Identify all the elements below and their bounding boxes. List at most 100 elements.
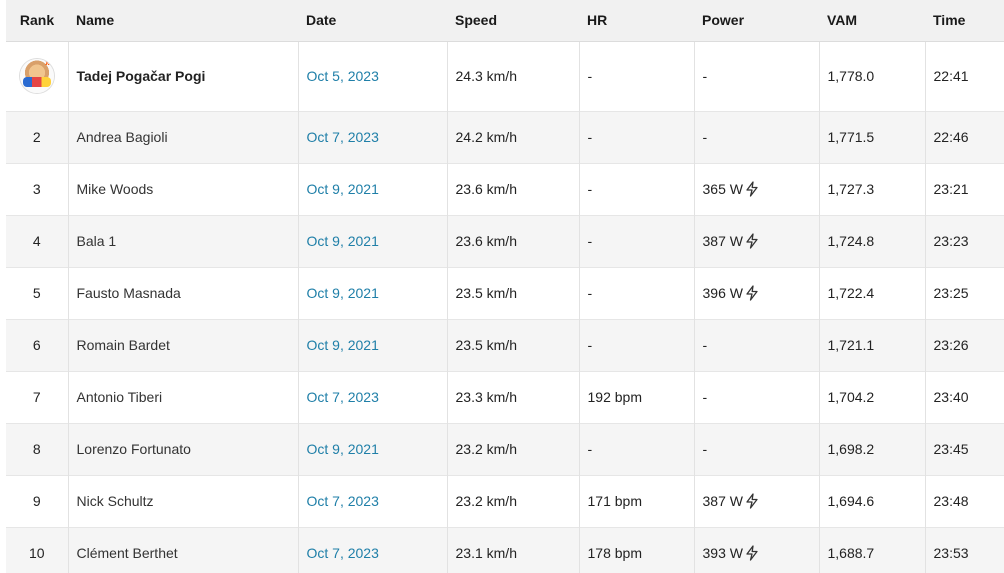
table-body: » Tadej Pogačar Pogi Oct 5, 2023 24.3 km… [6, 41, 1004, 573]
athlete-name-link[interactable]: Fausto Masnada [68, 267, 299, 319]
athlete-name-link[interactable]: Tadej Pogačar Pogi [68, 41, 299, 111]
time-cell: 23:53 [933, 545, 969, 561]
table-row: » Tadej Pogačar Pogi Oct 5, 2023 24.3 km… [6, 41, 1004, 111]
vam-cell: 1,688.7 [819, 527, 926, 573]
athlete-name-link[interactable]: Bala 1 [68, 215, 299, 267]
power-cell: - [694, 111, 820, 163]
time-cell: 23:45 [933, 441, 969, 457]
header-speed[interactable]: Speed [447, 0, 579, 42]
rank-cell: 8 [6, 423, 69, 475]
speed-cell: 23.5 km/h [447, 267, 580, 319]
rank-cell: 9 [6, 475, 69, 527]
lightning-bolt-icon[interactable] [745, 545, 759, 561]
athlete-name-link[interactable]: Clément Berthet [68, 527, 299, 573]
table-header-row: Rank Name Date Speed HR Power VAM Time [6, 0, 1004, 42]
hr-cell: - [579, 163, 695, 215]
vam-cell: 1,698.2 [819, 423, 926, 475]
table-row: 7 Antonio Tiberi Oct 7, 2023 23.3 km/h 1… [6, 371, 1004, 423]
leaderboard-container: Rank Name Date Speed HR Power VAM Time »… [0, 0, 1004, 573]
vam-cell: 1,778.0 [819, 41, 926, 111]
vam-cell: 1,694.6 [819, 475, 926, 527]
power-cell: 393 W [694, 527, 820, 573]
speed-cell: 23.6 km/h [447, 163, 580, 215]
lightning-bolt-icon[interactable] [745, 181, 759, 197]
time-cell: 23:48 [933, 493, 969, 509]
header-time[interactable]: Time [925, 0, 1004, 42]
effort-date-link[interactable]: Oct 7, 2023 [298, 371, 448, 423]
table-row: 4 Bala 1 Oct 9, 2021 23.6 km/h - 387 W 1… [6, 215, 1004, 267]
hr-cell: 171 bpm [579, 475, 695, 527]
time-cell: 22:46 [933, 129, 969, 145]
effort-date-link[interactable]: Oct 7, 2023 [298, 475, 448, 527]
athlete-name-link[interactable]: Nick Schultz [68, 475, 299, 527]
speed-cell: 23.1 km/h [447, 527, 580, 573]
power-cell: 365 W [694, 163, 820, 215]
speed-cell: 23.6 km/h [447, 215, 580, 267]
rank-cell: 7 [6, 371, 69, 423]
rank-cell: » [6, 41, 69, 111]
hr-cell: - [579, 41, 695, 111]
effort-date-link[interactable]: Oct 9, 2021 [298, 163, 448, 215]
header-hr[interactable]: HR [579, 0, 694, 42]
athlete-name-link[interactable]: Lorenzo Fortunato [68, 423, 299, 475]
header-vam[interactable]: VAM [819, 0, 925, 42]
speed-cell: 23.2 km/h [447, 475, 580, 527]
power-cell: - [694, 371, 820, 423]
table-row: 2 Andrea Bagioli Oct 7, 2023 24.2 km/h -… [6, 111, 1004, 163]
vam-cell: 1,771.5 [819, 111, 926, 163]
header-rank[interactable]: Rank [6, 0, 68, 42]
time-cell: 22:41 [933, 68, 969, 84]
table-row: 6 Romain Bardet Oct 9, 2021 23.5 km/h - … [6, 319, 1004, 371]
effort-date-link[interactable]: Oct 7, 2023 [298, 527, 448, 573]
effort-date-link[interactable]: Oct 9, 2021 [298, 215, 448, 267]
power-value: 387 W [702, 233, 743, 249]
table-row: 10 Clément Berthet Oct 7, 2023 23.1 km/h… [6, 527, 1004, 573]
speed-cell: 23.3 km/h [447, 371, 580, 423]
power-cell: - [694, 319, 820, 371]
power-value: 365 W [702, 181, 743, 197]
athlete-name-link[interactable]: Andrea Bagioli [68, 111, 299, 163]
speed-cell: 23.2 km/h [447, 423, 580, 475]
power-value: 387 W [702, 493, 743, 509]
effort-date-link[interactable]: Oct 5, 2023 [298, 41, 448, 111]
power-cell: 387 W [694, 475, 820, 527]
crown-avatar-icon[interactable]: » [19, 59, 54, 93]
hr-cell: - [579, 215, 695, 267]
athlete-name-link[interactable]: Romain Bardet [68, 319, 299, 371]
lightning-bolt-icon[interactable] [745, 233, 759, 249]
rank-cell: 2 [6, 111, 69, 163]
rank-cell: 5 [6, 267, 69, 319]
speed-cell: 24.2 km/h [447, 111, 580, 163]
effort-date-link[interactable]: Oct 9, 2021 [298, 423, 448, 475]
hr-cell: - [579, 319, 695, 371]
time-cell: 23:21 [933, 181, 969, 197]
athlete-name-link[interactable]: Mike Woods [68, 163, 299, 215]
speed-cell: 23.5 km/h [447, 319, 580, 371]
vam-cell: 1,722.4 [819, 267, 926, 319]
header-date[interactable]: Date [298, 0, 447, 42]
header-power[interactable]: Power [694, 0, 819, 42]
rank-cell: 3 [6, 163, 69, 215]
power-cell: - [694, 423, 820, 475]
hr-cell: - [579, 267, 695, 319]
vam-cell: 1,724.8 [819, 215, 926, 267]
lightning-bolt-icon[interactable] [745, 493, 759, 509]
effort-date-link[interactable]: Oct 9, 2021 [298, 319, 448, 371]
effort-date-link[interactable]: Oct 9, 2021 [298, 267, 448, 319]
vam-cell: 1,721.1 [819, 319, 926, 371]
time-cell: 23:23 [933, 233, 969, 249]
speed-cell: 24.3 km/h [447, 41, 580, 111]
table-row: 3 Mike Woods Oct 9, 2021 23.6 km/h - 365… [6, 163, 1004, 215]
time-cell: 23:26 [933, 337, 969, 353]
header-name[interactable]: Name [68, 0, 298, 42]
athlete-name-link[interactable]: Antonio Tiberi [68, 371, 299, 423]
hr-cell: - [579, 423, 695, 475]
power-cell: 387 W [694, 215, 820, 267]
rank-cell: 6 [6, 319, 69, 371]
lightning-bolt-icon[interactable] [745, 285, 759, 301]
effort-date-link[interactable]: Oct 7, 2023 [298, 111, 448, 163]
table-row: 8 Lorenzo Fortunato Oct 9, 2021 23.2 km/… [6, 423, 1004, 475]
power-cell: - [694, 41, 820, 111]
leaderboard-table: Rank Name Date Speed HR Power VAM Time »… [6, 0, 1004, 573]
hr-cell: - [579, 111, 695, 163]
